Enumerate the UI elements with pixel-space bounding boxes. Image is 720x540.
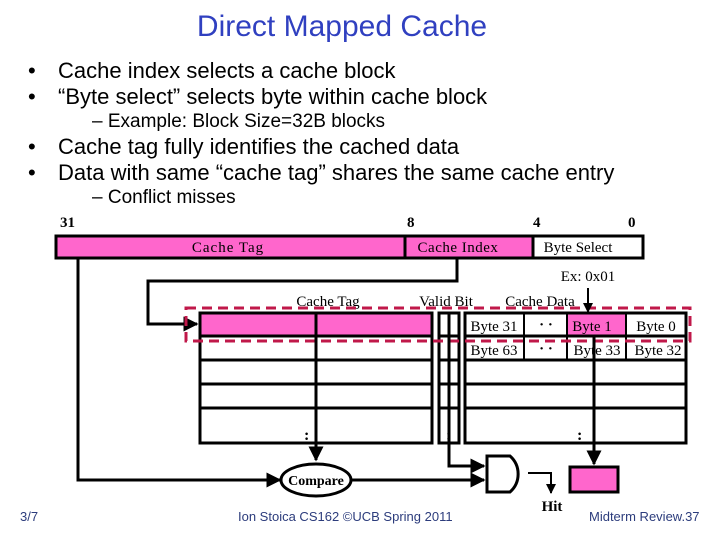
bit-label-0: 0 xyxy=(628,215,636,231)
and-gate xyxy=(485,454,520,494)
data-cell: Byte 31 xyxy=(470,319,517,335)
bit-label-31: 31 xyxy=(60,215,75,231)
tag-array-ellipsis: : xyxy=(304,427,309,444)
selected-byte-output xyxy=(568,465,620,494)
data-cell: Byte 1 xyxy=(572,319,612,335)
address-tag-label: Cache Tag xyxy=(192,240,264,256)
cache-diagram: 31 8 4 0 Cache Tag Cache Index Byte Sele… xyxy=(54,215,692,515)
compare-label: Compare xyxy=(288,474,344,489)
address-byte-select-label: Byte Select xyxy=(544,240,614,256)
byte-select-example: Ex: 0x01 xyxy=(561,269,616,285)
data-array-ellipsis: : xyxy=(577,427,582,444)
data-cell: Byte 32 xyxy=(634,343,681,359)
data-cell: Byte 0 xyxy=(636,319,676,335)
data-cell: · · xyxy=(539,341,553,357)
footer-slide-number: 3/7 xyxy=(20,509,39,524)
hit-wire xyxy=(528,472,556,494)
bit-label-4: 4 xyxy=(533,215,541,231)
address-index-label: Cache Index xyxy=(418,240,499,256)
bit-label-8: 8 xyxy=(407,215,415,231)
data-array: Byte 31 · · Byte 1 Byte 0 Byte 63 · · By… xyxy=(463,311,688,445)
footer-credit: Ion Stoica CS162 ©UCB Spring 2011 xyxy=(238,509,453,524)
data-cell: · · xyxy=(539,317,553,333)
hit-label: Hit xyxy=(542,499,563,515)
data-cell: Byte 63 xyxy=(470,343,517,359)
footer-page-label: Midterm Review.37 xyxy=(589,509,700,524)
data-cell: Byte 33 xyxy=(573,343,620,359)
